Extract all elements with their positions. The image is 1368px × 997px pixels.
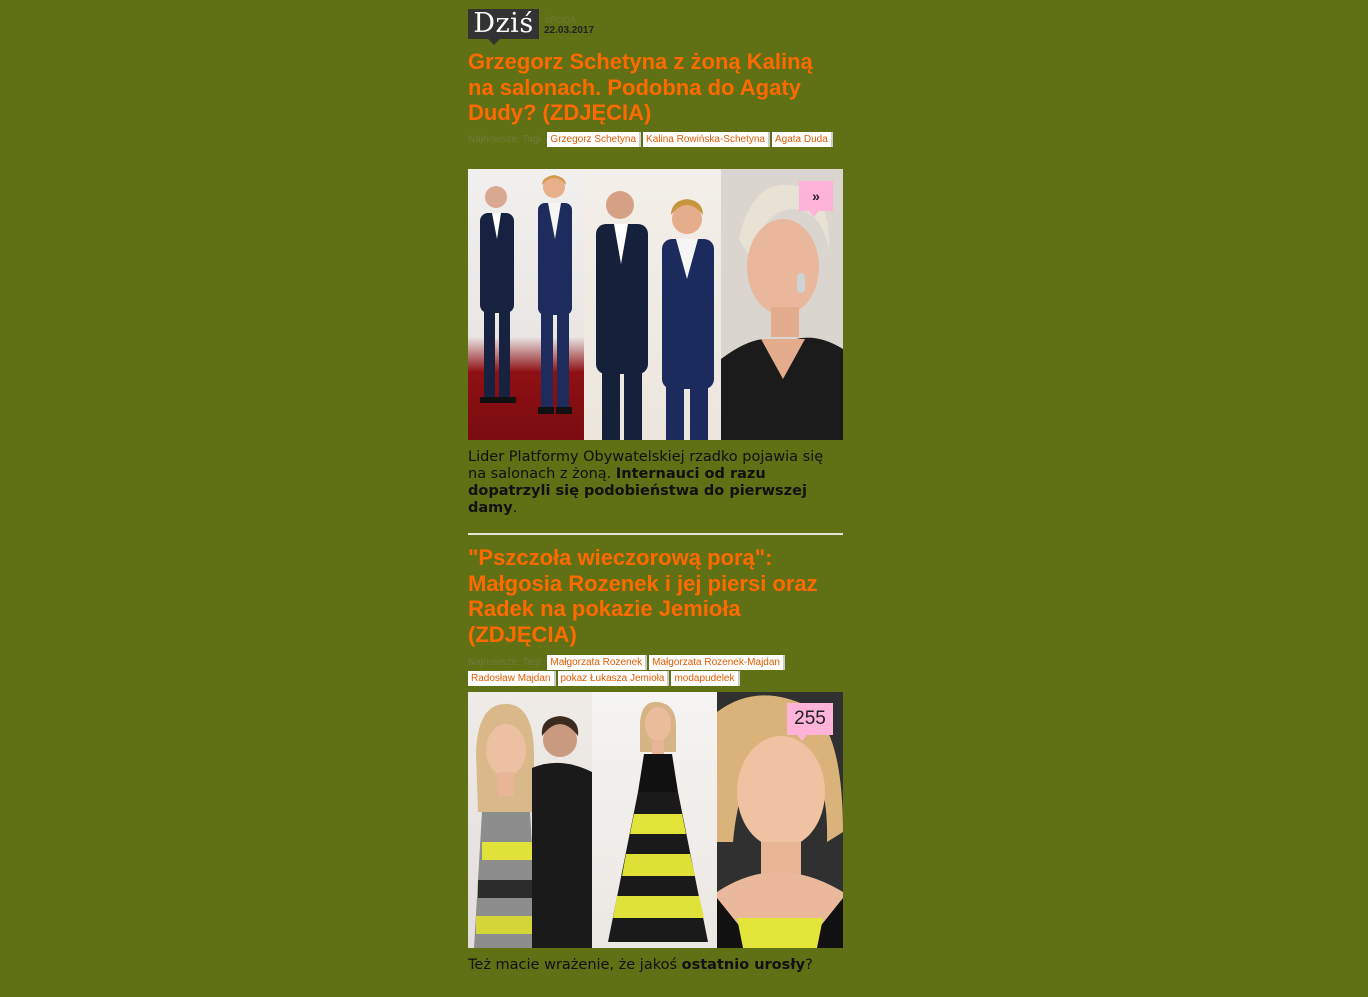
tag-link[interactable]: Małgorzata Rozenek (547, 655, 648, 670)
article-lead: Też macie wrażenie, że jakoś ostatnio ur… (468, 957, 843, 974)
lead-text: Też macie wrażenie, że jakoś (468, 957, 682, 973)
lead-end: . (512, 500, 518, 516)
couple-photo-illustration (474, 703, 592, 948)
photo-panel-closeup: 255 (717, 692, 843, 948)
dress-photo-illustration (608, 701, 708, 942)
photo-panel-couple-1 (468, 169, 584, 440)
lead-end: ? (805, 957, 813, 973)
article-lead: Lider Platformy Obywatelskiej rzadko poj… (468, 449, 843, 517)
photo-panel-couple-2 (584, 169, 721, 440)
article-tags: Najnowsze: Tagi: Grzegorz Schetyna Kalina … (468, 132, 843, 148)
header: Dziś ŚRODA 22.03.2017 (468, 0, 843, 45)
tag-link[interactable]: Małgorzata Rozenek-Majdan (649, 655, 785, 670)
photo-panel-couple (468, 692, 592, 948)
date-label: 22.03.2017 (544, 25, 595, 36)
tag-link[interactable]: Grzegorz Schetyna (547, 132, 642, 147)
tag-link[interactable]: Radosław Majdan (468, 671, 556, 686)
photo-panel-portrait: » (721, 169, 843, 440)
couple-photo-illustration (596, 191, 714, 440)
article-tags: Najnowsze: Tagi: Małgorzata Rozenek Małgor… (468, 655, 843, 687)
weekday-label: ŚRODA (544, 15, 577, 25)
article-title[interactable]: Grzegorz Schetyna z żoną Kaliną na salon… (468, 49, 843, 126)
next-badge[interactable]: » (799, 181, 833, 217)
lead-highlight: ostatnio urosły (681, 957, 806, 973)
article-title[interactable]: "Pszczoła wieczorową porą": Małgosia Roz… (468, 545, 843, 647)
tags-label: Najnowsze: Tagi: (468, 657, 544, 668)
photo-panel-dress (592, 692, 717, 948)
tag-link[interactable]: pokaz Łukasza Jemioła (557, 671, 670, 686)
article-divider (468, 533, 843, 535)
tag-link[interactable]: Kalina Rowińska-Schetyna (643, 132, 770, 147)
tags-label: Najnowsze: Tagi: (468, 134, 544, 145)
dzis-logo[interactable]: Dziś (468, 9, 539, 39)
logo-pointer (488, 39, 500, 45)
article-photo[interactable]: 255 (468, 692, 843, 948)
tag-link[interactable]: modapudelek (671, 671, 740, 686)
couple-photo-illustration (480, 175, 572, 414)
news-column: Dziś ŚRODA 22.03.2017 Grzegorz Schetyna … (468, 0, 843, 973)
tag-link[interactable]: Agata Duda (771, 132, 833, 147)
article-photo[interactable]: » (468, 169, 843, 440)
comment-count-badge[interactable]: 255 (787, 703, 833, 741)
